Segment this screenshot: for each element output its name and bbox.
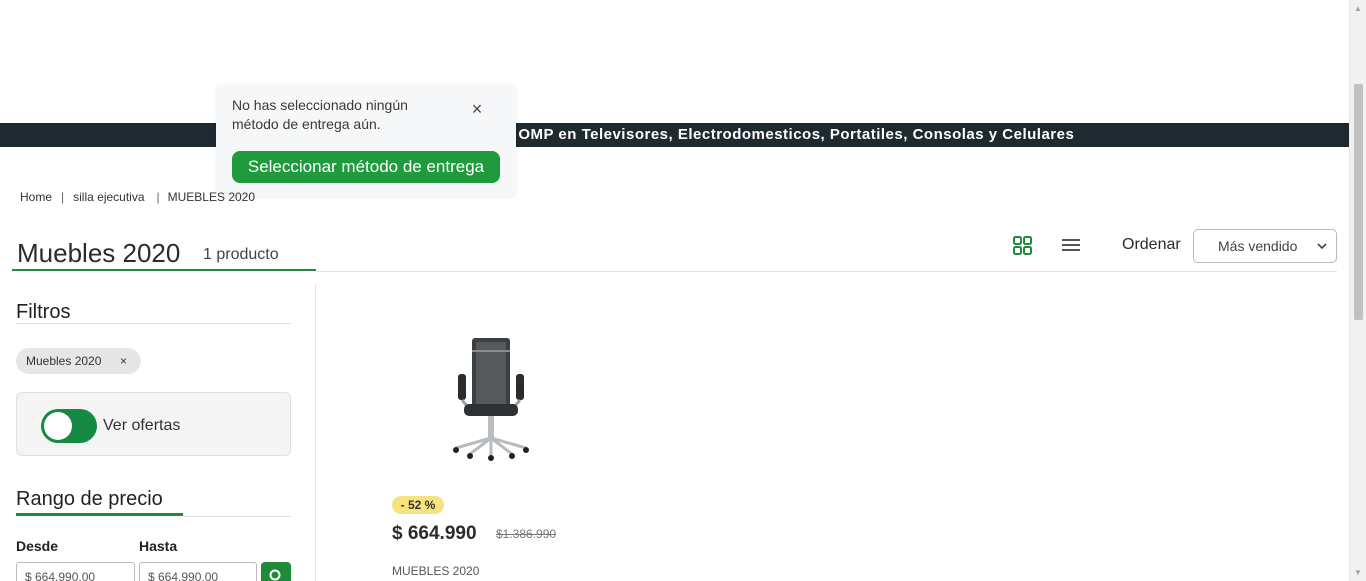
- title-underline: [12, 269, 316, 271]
- order-label: Ordenar: [1122, 236, 1181, 253]
- scroll-down-icon[interactable]: ▼: [1350, 564, 1366, 581]
- search-icon: [269, 569, 281, 581]
- list-view-icon[interactable]: [1061, 237, 1081, 253]
- scroll-up-icon[interactable]: ▲: [1350, 0, 1366, 17]
- sidebar-divider: [315, 284, 316, 581]
- close-icon[interactable]: ×: [468, 100, 486, 118]
- price-range-underline: [16, 513, 183, 516]
- offers-box: Ver ofertas: [16, 392, 291, 456]
- offers-toggle[interactable]: [41, 409, 97, 443]
- price-range-title: Rango de precio: [16, 488, 163, 510]
- chevron-down-icon: [1317, 243, 1327, 250]
- price-search-button[interactable]: [261, 562, 291, 581]
- scrollbar-thumb[interactable]: [1354, 84, 1363, 320]
- breadcrumb-current: MUEBLES 2020: [167, 190, 256, 204]
- delivery-message: No has seleccionado ningún método de ent…: [232, 97, 408, 132]
- filters-title: Filtros: [16, 301, 71, 323]
- order-select[interactable]: Más vendido: [1193, 229, 1337, 263]
- promo-bar: n OMP en Televisores, Electrodomesticos,…: [0, 123, 1349, 147]
- price-to-label: Hasta: [139, 538, 178, 554]
- product-old-price: $1.386.990: [496, 527, 557, 541]
- breadcrumb-home[interactable]: Home: [20, 190, 52, 204]
- delivery-popup: No has seleccionado ningún método de ent…: [216, 84, 516, 196]
- toggle-knob: [44, 412, 72, 440]
- breadcrumb: Home | silla ejecutiva | MUEBLES 2020: [20, 190, 255, 204]
- breadcrumb-silla-ejecutiva[interactable]: silla ejecutiva: [73, 190, 144, 204]
- vertical-scrollbar[interactable]: ▲ ▼: [1349, 0, 1366, 581]
- breadcrumb-separator: |: [156, 190, 160, 204]
- select-delivery-method-button[interactable]: Seleccionar método de entrega: [232, 151, 500, 183]
- filter-chip-label: Muebles 2020: [26, 354, 102, 368]
- price-from-label: Desde: [16, 538, 59, 554]
- active-filter-chip: Muebles 2020 ×: [16, 348, 141, 374]
- product-price: $ 664.990: [392, 523, 477, 544]
- office-chair-icon[interactable]: [446, 330, 536, 462]
- remove-filter-icon[interactable]: ×: [120, 348, 127, 374]
- price-to-input[interactable]: [139, 562, 257, 581]
- breadcrumb-separator: |: [61, 190, 65, 204]
- page-title: Muebles 2020: [17, 238, 181, 268]
- price-range-divider: [183, 516, 291, 517]
- product-brand[interactable]: MUEBLES 2020: [392, 564, 479, 578]
- product-count: 1 producto: [203, 246, 279, 263]
- discount-badge: - 52 %: [392, 496, 444, 514]
- price-from-input[interactable]: [16, 562, 135, 581]
- filters-underline: [16, 323, 291, 324]
- order-selected-value: Más vendido: [1218, 238, 1298, 254]
- offers-label: Ver ofertas: [103, 417, 181, 434]
- header-divider: [316, 271, 1337, 272]
- grid-view-icon[interactable]: [1013, 236, 1032, 255]
- promo-text: n OMP en Televisores, Electrodomesticos,…: [504, 126, 1075, 143]
- page: n OMP en Televisores, Electrodomesticos,…: [0, 0, 1366, 581]
